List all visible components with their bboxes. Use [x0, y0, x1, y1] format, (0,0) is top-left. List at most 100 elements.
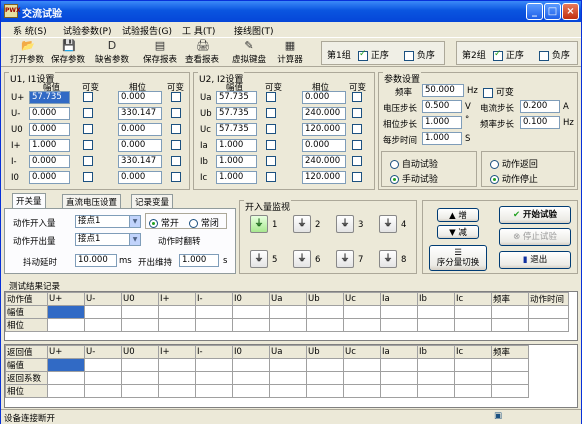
grid-cell[interactable]	[380, 358, 418, 372]
amplitude-variable-checkbox[interactable]	[266, 140, 276, 150]
grid-cell[interactable]	[158, 318, 196, 332]
phase-variable-checkbox[interactable]	[171, 140, 181, 150]
grid-cell[interactable]	[232, 384, 270, 398]
grid-cell[interactable]	[491, 384, 529, 398]
phase-variable-checkbox[interactable]	[171, 172, 181, 182]
phase-input[interactable]: 0.000	[118, 171, 162, 184]
grid-cell[interactable]	[121, 305, 159, 319]
phase-variable-checkbox[interactable]	[171, 156, 181, 166]
action-return-option[interactable]: 动作返回	[490, 157, 538, 170]
grid-cell[interactable]	[121, 318, 159, 332]
phase-input[interactable]: 0.000	[302, 139, 346, 152]
action-results-grid[interactable]: 动作值 U+ U- U0 I+ I- I0 Ua Ub Uc Ia Ib Ic 频率 动作时间 幅值 相位	[4, 291, 578, 341]
return-results-grid[interactable]: 返回值 U+ U- U0 I+ I- I0 Ua Ub Uc Ia Ib Ic 频率 幅值 返回系数 相位	[4, 344, 578, 408]
fstep-input[interactable]: 0.100	[520, 116, 560, 129]
amplitude-input[interactable]: 1.000	[216, 139, 257, 152]
auto-test-radio[interactable]	[390, 160, 399, 169]
amplitude-variable-checkbox[interactable]	[266, 172, 276, 182]
grid-cell[interactable]	[417, 371, 455, 385]
grid-cell[interactable]	[306, 305, 344, 319]
phase-input[interactable]: 240.000	[302, 155, 346, 168]
grid-cell[interactable]	[417, 358, 455, 372]
table-row[interactable]: 相位	[5, 384, 529, 398]
grid-cell[interactable]	[195, 318, 233, 332]
grid-cell[interactable]	[343, 358, 381, 372]
grid-cell[interactable]	[121, 384, 159, 398]
virtual-keyboard-button[interactable]: ✎ 虚拟键盘	[230, 39, 268, 67]
phase-variable-checkbox[interactable]	[352, 124, 362, 134]
group2-neg-option[interactable]: 负序	[539, 48, 570, 61]
increase-button[interactable]: ▲ 增	[437, 208, 479, 222]
grid-cell[interactable]	[417, 384, 455, 398]
phase-variable-checkbox[interactable]	[352, 140, 362, 150]
grid-cell[interactable]	[306, 358, 344, 372]
phase-variable-checkbox[interactable]	[352, 156, 362, 166]
sequence-switch-button[interactable]: ☰ 序分量切换	[429, 245, 487, 271]
table-row[interactable]: 返回系数	[5, 371, 529, 385]
action-stop-option[interactable]: 动作停止	[490, 172, 538, 185]
phase-input[interactable]: 0.000	[118, 139, 162, 152]
exit-button[interactable]: ▮ 退出	[499, 251, 571, 269]
auto-test-option[interactable]: 自动试验	[390, 157, 438, 170]
amplitude-variable-checkbox[interactable]	[83, 124, 93, 134]
phase-input[interactable]: 0.000	[118, 91, 162, 104]
phase-input[interactable]: 240.000	[302, 107, 346, 120]
amplitude-input[interactable]: 57.735	[216, 123, 257, 136]
vstep-input[interactable]: 0.500	[422, 100, 462, 113]
amplitude-input[interactable]: 1.000	[216, 171, 257, 184]
amplitude-variable-checkbox[interactable]	[266, 108, 276, 118]
group1-pos-checkbox[interactable]	[358, 49, 368, 61]
grid-cell[interactable]	[269, 371, 307, 385]
grid-cell[interactable]	[306, 384, 344, 398]
grid-cell[interactable]	[158, 305, 196, 319]
grid-cell[interactable]	[454, 318, 492, 332]
group1-neg-checkbox[interactable]	[404, 50, 414, 61]
save-report-button[interactable]: ▤ 保存报表	[141, 39, 179, 67]
amplitude-variable-checkbox[interactable]	[83, 140, 93, 150]
chevron-down-icon[interactable]: ▼	[129, 216, 140, 227]
grid-cell[interactable]	[491, 318, 529, 332]
grid-cell[interactable]	[84, 358, 122, 372]
grid-cell[interactable]	[232, 305, 270, 319]
grid-cell[interactable]	[195, 305, 233, 319]
default-params-button[interactable]: D 缺省参数	[93, 39, 131, 67]
grid-cell[interactable]	[528, 305, 569, 319]
decrease-button[interactable]: ▼ 减	[437, 225, 479, 239]
amplitude-input[interactable]: 0.000	[29, 171, 70, 184]
table-row[interactable]: 相位	[5, 318, 569, 332]
amplitude-variable-checkbox[interactable]	[83, 156, 93, 166]
grid-cell[interactable]	[121, 358, 159, 372]
grid-cell[interactable]	[195, 384, 233, 398]
debounce-input[interactable]: 10.000	[75, 254, 117, 267]
grid-cell[interactable]	[47, 305, 85, 319]
grid-cell[interactable]	[454, 305, 492, 319]
phase-input[interactable]: 0.000	[118, 123, 162, 136]
open-params-button[interactable]: 📂 打开参数	[9, 39, 45, 67]
grid-cell[interactable]	[158, 384, 196, 398]
amplitude-input[interactable]: 57.735	[29, 91, 70, 104]
freq-variable-checkbox[interactable]	[483, 87, 493, 98]
grid-cell[interactable]	[380, 305, 418, 319]
phase-input[interactable]: 330.147	[118, 107, 162, 120]
grid-cell[interactable]	[380, 318, 418, 332]
phase-variable-checkbox[interactable]	[171, 92, 181, 102]
grid-cell[interactable]	[343, 305, 381, 319]
action-stop-radio[interactable]	[490, 175, 499, 184]
phase-variable-checkbox[interactable]	[171, 108, 181, 118]
grid-cell[interactable]	[84, 371, 122, 385]
normally-open-option[interactable]: 常开	[149, 216, 179, 229]
stop-test-button[interactable]: ⊗ 停止试验	[499, 228, 571, 246]
grid-cell[interactable]	[343, 318, 381, 332]
grid-cell[interactable]	[84, 384, 122, 398]
grid-cell[interactable]	[47, 358, 85, 372]
freq-variable-option[interactable]: 可变	[483, 85, 514, 98]
grid-cell[interactable]	[343, 371, 381, 385]
grid-cell[interactable]	[380, 384, 418, 398]
normally-closed-radio[interactable]	[189, 219, 198, 228]
grid-cell[interactable]	[84, 305, 122, 319]
amplitude-variable-checkbox[interactable]	[83, 172, 93, 182]
amplitude-input[interactable]: 0.000	[29, 155, 70, 168]
phase-variable-checkbox[interactable]	[352, 92, 362, 102]
grid-cell[interactable]	[306, 371, 344, 385]
grid-cell[interactable]	[454, 371, 492, 385]
